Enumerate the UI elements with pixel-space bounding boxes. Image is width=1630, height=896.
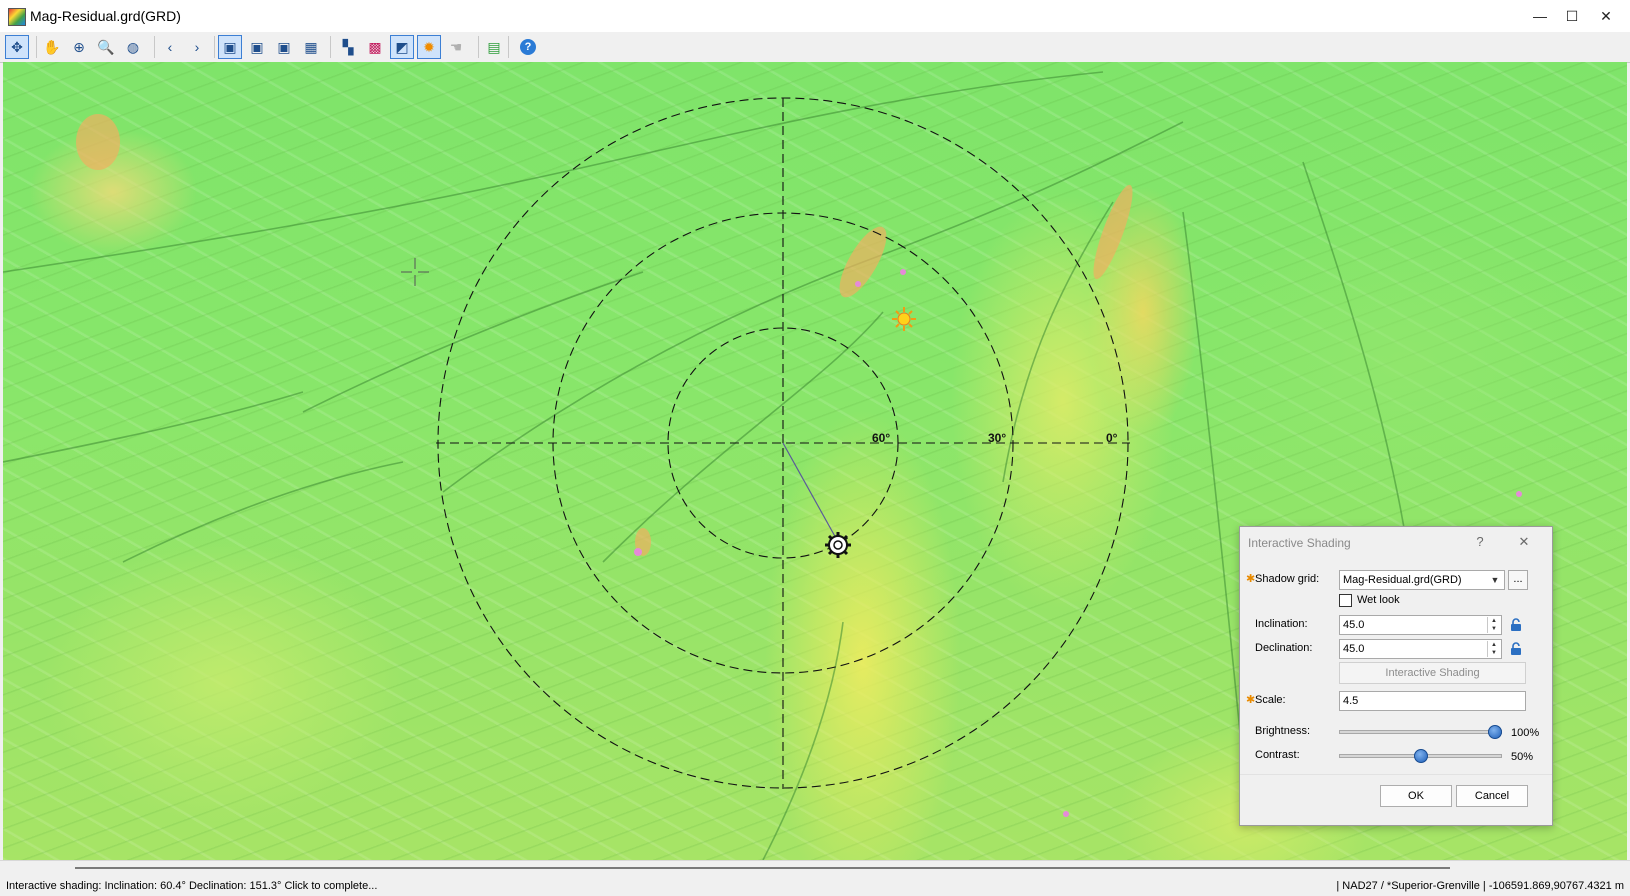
dialog-footer: OK Cancel [1240,774,1552,825]
ring-label-0: 0° [1106,431,1118,445]
toolbar-separator [478,36,479,58]
brightness-label: Brightness: [1255,725,1311,737]
select-tool[interactable]: ✥ [5,35,29,59]
interactive-shading-dialog: Interactive Shading ? ✕ ✱ Shadow grid: M… [1239,526,1553,826]
back-icon: ‹ [167,39,173,55]
help-tool[interactable]: ? [516,35,540,59]
toolbar: ✥ ✋ ⊕ 🔍 ◍ ‹ › ▣ ▣ ▣ ▦ ▚ ▩ ◩ ✹ ☚ ▤? [0,32,1630,63]
contrast-value: 50% [1511,751,1534,763]
layout-4-icon: ▦ [304,38,318,55]
horizontal-scrollbar[interactable] [75,867,1450,869]
toolbar-separator [154,36,155,58]
shading-handle-gear-icon[interactable] [825,532,851,558]
inclination-lock-icon[interactable] [1507,616,1525,634]
inclination-spinner[interactable]: ▲ ▼ [1487,617,1500,633]
map-icon: ▤ [487,38,501,55]
browse-button[interactable]: ... [1508,570,1528,590]
colormap-tool[interactable]: ▩ [363,35,387,59]
toolbar-separator [508,36,509,58]
help-icon: ? [520,39,536,55]
shadow-grid-value: Mag-Residual.grd(GRD) [1343,574,1462,586]
layout-tool-1[interactable]: ▣ [218,35,242,59]
toolbar-separator [214,36,215,58]
zoom-area-icon: ⊕ [73,38,85,55]
map-tool[interactable]: ▤ [482,35,506,59]
select-icon: ✥ [11,38,23,55]
terrain-highs [76,114,1133,556]
window-title: Mag-Residual.grd(GRD) [30,8,181,24]
maximize-button[interactable]: ☐ [1560,4,1584,28]
hand-disabled-tool[interactable]: ☚ [444,35,468,59]
crosshair-cursor-icon [401,258,429,286]
dialog-help-button[interactable]: ? [1470,532,1490,552]
brightness-slider-thumb[interactable] [1488,725,1502,739]
inclination-label: Inclination: [1255,618,1308,630]
required-marker-icon: ✱ [1246,573,1256,585]
contrast-label: Contrast: [1255,749,1300,761]
declination-spinner[interactable]: ▲ ▼ [1487,641,1500,657]
sun-direction-line [782,442,838,541]
contrast-slider-thumb[interactable] [1413,749,1428,763]
layout-tool-3[interactable]: ▣ [272,35,296,59]
toolbar-separator [330,36,331,58]
shading-icon: ◩ [395,38,409,55]
globe-icon: ◍ [126,38,140,55]
back-tool[interactable]: ‹ [158,35,182,59]
inclination-input[interactable]: 45.0 ▲ ▼ [1339,615,1502,635]
sun-tool[interactable]: ✹ [417,35,441,59]
layout-tool-2[interactable]: ▣ [245,35,269,59]
wet-look-checkbox[interactable] [1339,594,1352,607]
toolbar-separator [36,36,37,58]
brightness-value: 100% [1511,727,1540,739]
required-marker-icon: ✱ [1246,694,1256,706]
color-tool[interactable]: ▚ [336,35,360,59]
inclination-value: 45.0 [1343,619,1365,631]
terrain-ridges [3,71,1424,860]
status-bar: Interactive shading: Inclination: 60.4° … [0,860,1630,896]
ring-label-60: 60° [872,431,890,445]
hand-disabled-icon: ☚ [449,38,463,55]
brightness-slider[interactable] [1339,730,1502,734]
status-message: Interactive shading: Inclination: 60.4° … [6,880,378,892]
dialog-title: Interactive Shading [1248,536,1351,550]
sun-light-source-icon[interactable] [892,307,916,331]
zoom-tool[interactable]: 🔍 [94,35,118,59]
cancel-button[interactable]: Cancel [1456,785,1528,807]
layout-1-icon: ▣ [223,38,237,55]
shading-tool[interactable]: ◩ [390,35,414,59]
zoom-area-tool[interactable]: ⊕ [67,35,91,59]
title-bar: Mag-Residual.grd(GRD) — ☐ ✕ [0,0,1630,33]
layout-2-icon: ▣ [250,38,264,55]
layout-tool-4[interactable]: ▦ [299,35,323,59]
colormap-icon: ▩ [368,38,382,55]
ok-button[interactable]: OK [1380,785,1452,807]
forward-tool[interactable]: › [185,35,209,59]
wet-look-label: Wet look [1357,594,1400,606]
sun-icon: ✹ [423,38,435,55]
globe-tool[interactable]: ◍ [121,35,145,59]
close-window-button[interactable]: ✕ [1594,4,1618,28]
chevron-down-icon: ▼ [1490,575,1500,585]
forward-icon: › [194,39,200,55]
app-grid-icon [8,8,26,26]
zoom-icon: 🔍 [97,38,115,55]
declination-value: 45.0 [1343,643,1365,655]
shadow-grid-label: ✱ Shadow grid: [1246,573,1320,585]
ring-label-30: 30° [988,431,1006,445]
pan-icon: ✋ [43,38,61,55]
minimize-button[interactable]: — [1528,4,1552,28]
color-icon: ▚ [342,38,354,55]
interactive-shading-button[interactable]: Interactive Shading [1339,662,1526,684]
declination-lock-icon[interactable] [1507,640,1525,658]
scale-label: ✱ Scale: [1246,694,1286,706]
layout-3-icon: ▣ [277,38,291,55]
scale-input[interactable]: 4.5 [1339,691,1526,711]
dialog-close-button[interactable]: ✕ [1514,532,1534,552]
pan-tool[interactable]: ✋ [40,35,64,59]
shadow-grid-select[interactable]: Mag-Residual.grd(GRD) ▼ [1339,570,1505,590]
declination-input[interactable]: 45.0 ▲ ▼ [1339,639,1502,659]
status-coordinates: | NAD27 / *Superior-Grenville | -106591.… [1336,880,1624,892]
declination-label: Declination: [1255,642,1313,654]
